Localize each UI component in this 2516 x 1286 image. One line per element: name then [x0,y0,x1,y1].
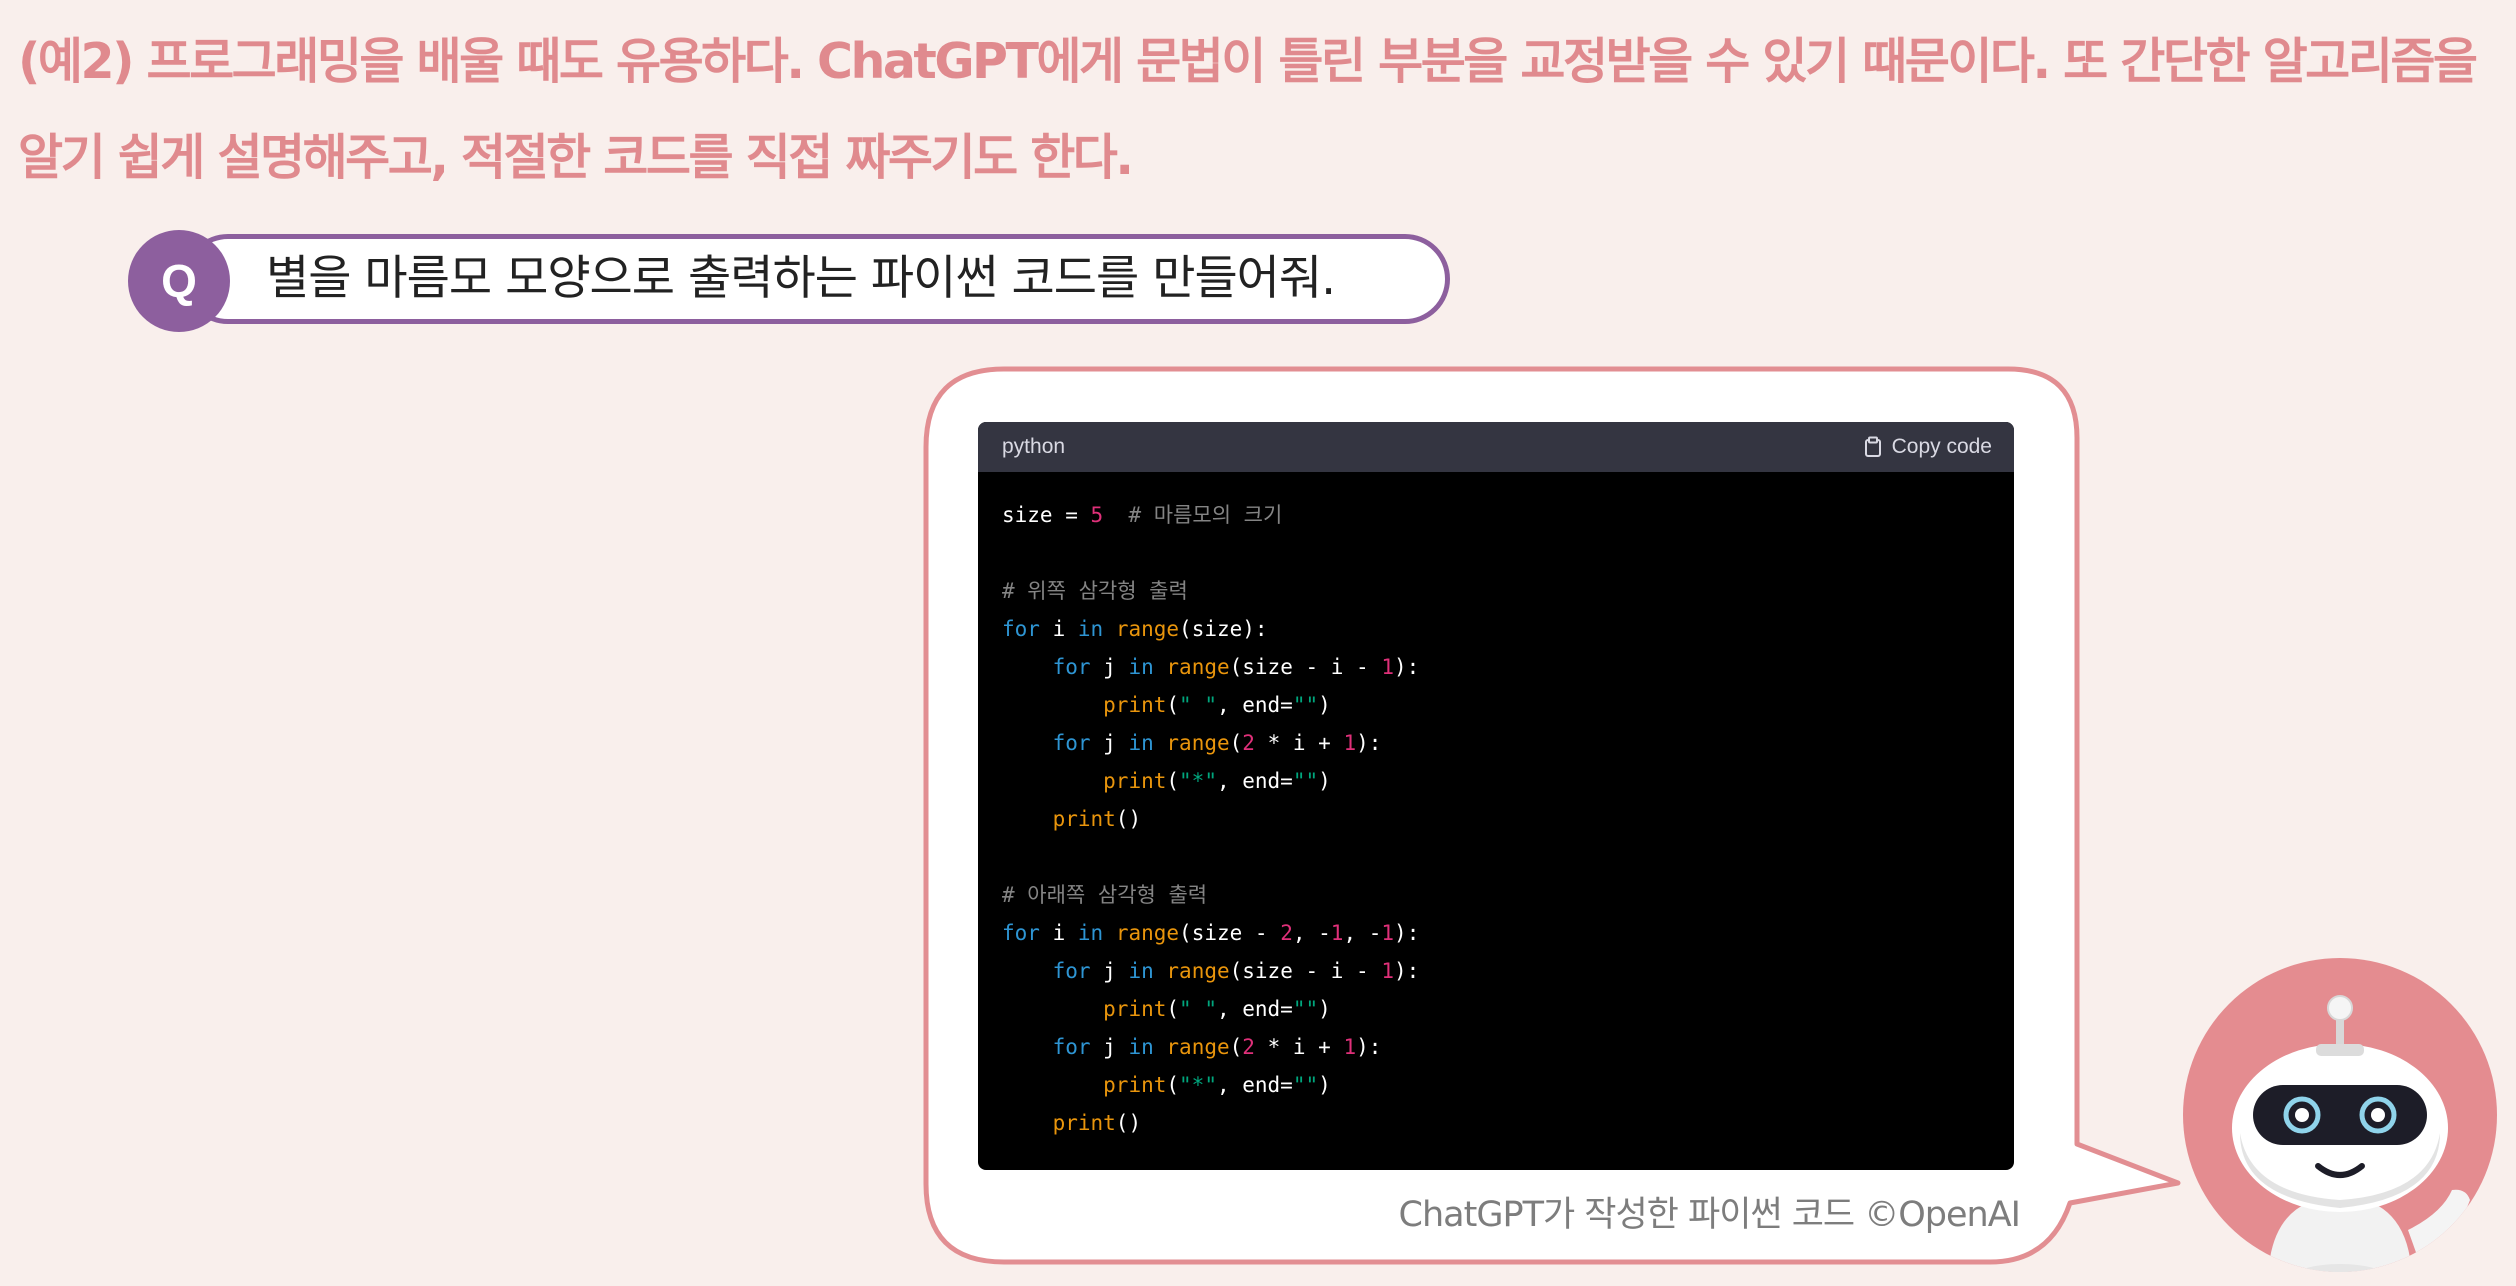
code-line-7: for j in range(2 * i + 1): [1052,731,1382,755]
image-caption: ChatGPT가 작성한 파이썬 코드 ©OpenAI [1398,1195,2021,1235]
code-header: python Copy code [978,422,2014,472]
code-line-3: # 위쪽 삼각형 출력 [1002,579,1188,603]
code-line-11: # 아래쪽 삼각형 출력 [1002,883,1208,907]
code-line-12: for i in range(size - 2, -1, -1): [1002,921,1420,945]
code-line-9: print() [1052,807,1142,831]
copy-code-button[interactable]: Copy code [1864,435,1992,459]
clipboard-icon [1864,436,1881,457]
robot-mascot [2183,958,2497,1272]
code-window: python Copy code size = 5 # 마름모의 크기 # 위쪽… [978,422,2014,1170]
code-line-8: print("*", end="") [1103,769,1331,793]
code-line-4: for i in range(size): [1002,617,1268,641]
code-line-1: size = 5 # 마름모의 크기 [1002,503,1283,527]
code-line-13: for j in range(size - i - 1): [1052,959,1420,983]
code-block: size = 5 # 마름모의 크기 # 위쪽 삼각형 출력 for i in … [978,472,2014,1142]
code-line-16: print("*", end="") [1103,1073,1331,1097]
code-line-14: print(" ", end="") [1103,997,1331,1021]
code-line-6: print(" ", end="") [1103,693,1331,717]
copy-code-label: Copy code [1891,435,1992,458]
code-line-15: for j in range(2 * i + 1): [1052,1035,1382,1059]
code-line-17: print() [1052,1111,1142,1135]
code-line-5: for j in range(size - i - 1): [1052,655,1420,679]
code-language: python [1002,435,1066,458]
